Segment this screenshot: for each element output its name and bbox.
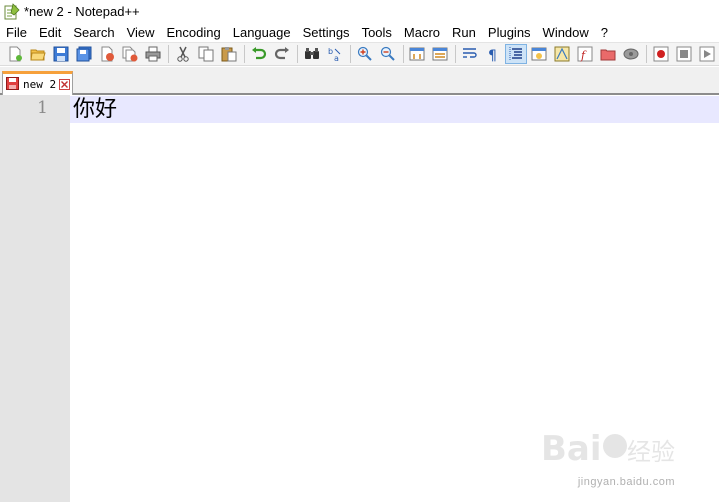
paste-icon[interactable] xyxy=(218,44,240,64)
toolbar-separator xyxy=(349,45,351,63)
indent-guide-icon[interactable] xyxy=(505,44,528,64)
current-line-highlight xyxy=(70,96,719,123)
menu-macro[interactable]: Macro xyxy=(398,25,446,40)
zoom-out-icon[interactable] xyxy=(377,44,399,64)
svg-text:Bai: Bai xyxy=(541,429,602,469)
menu-search[interactable]: Search xyxy=(67,25,120,40)
sync-horizontal-icon[interactable] xyxy=(429,44,451,64)
playback-macro-icon[interactable] xyxy=(696,44,718,64)
editor-line-text[interactable]: 你好 xyxy=(73,96,117,123)
toolbar-separator xyxy=(455,45,457,63)
unsaved-document-icon xyxy=(6,76,19,93)
menu-edit[interactable]: Edit xyxy=(33,25,67,40)
toolbar-separator xyxy=(402,45,404,63)
menu-file[interactable]: File xyxy=(0,25,33,40)
menu-bar: File Edit Search View Encoding Language … xyxy=(0,23,719,42)
stop-recording-icon[interactable] xyxy=(673,44,695,64)
window-title: *new 2 - Notepad++ xyxy=(24,3,140,19)
title-bar: *new 2 - Notepad++ xyxy=(0,0,719,22)
redo-icon[interactable] xyxy=(271,44,293,64)
tab-new-2[interactable]: new 2 xyxy=(2,71,73,95)
monitoring-icon[interactable] xyxy=(620,44,642,64)
menu-run[interactable]: Run xyxy=(446,25,482,40)
menu-window[interactable]: Window xyxy=(537,25,595,40)
toolbar-separator xyxy=(243,45,245,63)
record-macro-icon[interactable] xyxy=(650,44,672,64)
menu-language[interactable]: Language xyxy=(227,25,297,40)
menu-encoding[interactable]: Encoding xyxy=(161,25,227,40)
sync-vertical-icon[interactable] xyxy=(407,44,429,64)
svg-text:b: b xyxy=(328,47,333,56)
document-map-icon[interactable] xyxy=(551,44,573,64)
undo-icon[interactable] xyxy=(248,44,270,64)
svg-text:经验: 经验 xyxy=(627,438,675,466)
find-icon[interactable] xyxy=(301,44,323,64)
toolbar-separator xyxy=(646,45,648,63)
menu-tools[interactable]: Tools xyxy=(356,25,398,40)
menu-help[interactable]: ? xyxy=(595,25,614,40)
language-udl-icon[interactable] xyxy=(528,44,550,64)
menu-plugins[interactable]: Plugins xyxy=(482,25,537,40)
baidu-watermark-logo: Bai 经验 xyxy=(541,422,681,472)
menu-view[interactable]: View xyxy=(121,25,161,40)
copy-icon[interactable] xyxy=(195,44,217,64)
tab-label: new 2 xyxy=(23,78,57,91)
svg-text:¶: ¶ xyxy=(488,48,497,62)
zoom-in-icon[interactable] xyxy=(354,44,376,64)
close-icon[interactable] xyxy=(96,44,118,64)
close-all-icon[interactable] xyxy=(119,44,141,64)
function-list-icon[interactable]: f xyxy=(574,44,596,64)
new-file-icon[interactable] xyxy=(4,44,26,64)
save-icon[interactable] xyxy=(50,44,72,64)
toolbar-separator xyxy=(296,45,298,63)
toolbar-separator xyxy=(167,45,169,63)
toolbar: ba ¶ f xyxy=(0,42,719,66)
line-number: 1 xyxy=(37,98,48,118)
cut-icon[interactable] xyxy=(172,44,194,64)
svg-text:a: a xyxy=(334,54,339,62)
watermark-url: jingyan.baidu.com xyxy=(577,476,675,488)
notepad-plus-plus-icon xyxy=(3,2,20,20)
word-wrap-icon[interactable] xyxy=(459,44,481,64)
replace-icon[interactable]: ba xyxy=(324,44,346,64)
save-all-icon[interactable] xyxy=(73,44,95,64)
editor-area[interactable]: 1 你好 Bai 经验 jingyan.baidu.com xyxy=(0,95,719,502)
tab-bar: new 2 xyxy=(0,67,719,95)
line-number-gutter: 1 xyxy=(0,95,70,502)
menu-settings[interactable]: Settings xyxy=(297,25,356,40)
folder-as-workspace-icon[interactable] xyxy=(597,44,619,64)
show-all-characters-icon[interactable]: ¶ xyxy=(482,44,504,64)
open-file-icon[interactable] xyxy=(27,44,49,64)
tab-close-icon[interactable] xyxy=(59,79,71,90)
print-icon[interactable] xyxy=(142,44,164,64)
